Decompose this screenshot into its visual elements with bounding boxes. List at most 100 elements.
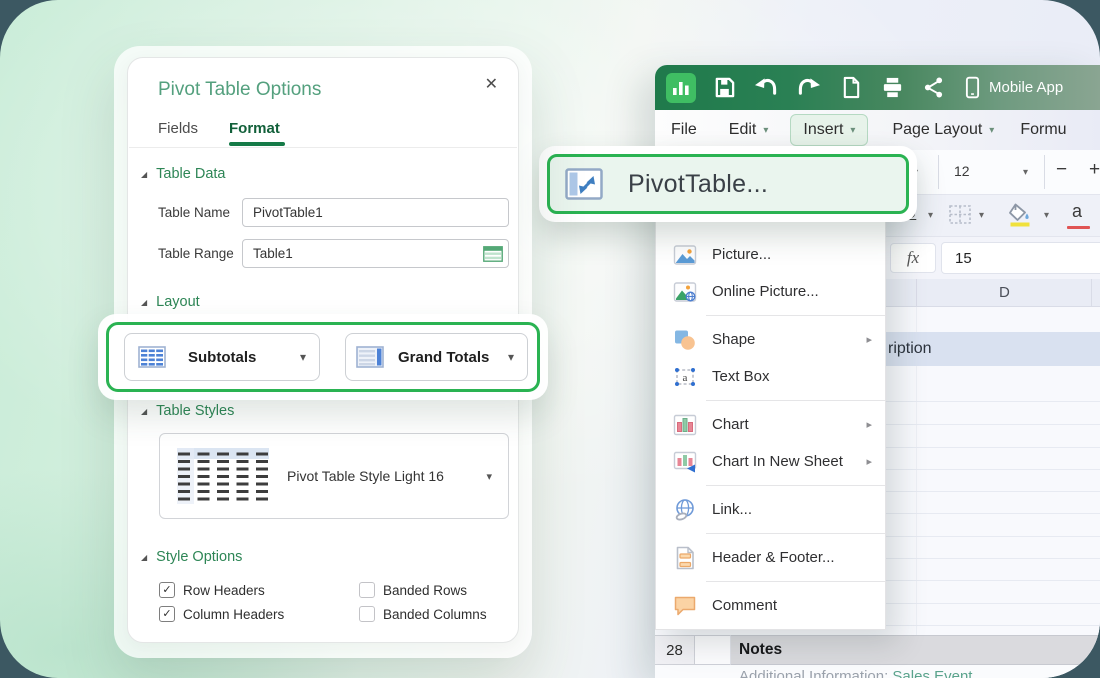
menu-formulas-partial[interactable]: Formu	[1020, 121, 1066, 139]
mobile-app-label[interactable]: Mobile App	[989, 79, 1063, 96]
menu-divider	[706, 581, 885, 582]
section-layout[interactable]: ◢ Layout	[141, 294, 200, 310]
increase-font-button[interactable]: +	[1089, 159, 1100, 181]
print-icon[interactable]	[881, 76, 904, 99]
fx-button[interactable]: fx	[890, 243, 936, 273]
column-divider	[916, 279, 917, 306]
row-number-cell[interactable]: 28	[655, 635, 695, 665]
online-picture-icon	[673, 281, 697, 303]
close-icon[interactable]: ✕	[485, 77, 498, 93]
font-size-dropdown-caret[interactable]: ▾	[1023, 167, 1028, 178]
chevron-down-icon: ▾	[850, 125, 855, 136]
checkbox-banded-rows[interactable]: Banded Rows	[359, 582, 467, 598]
chart-icon	[673, 414, 697, 436]
grand-totals-dropdown[interactable]: Grand Totals ▾	[345, 333, 528, 381]
empty-cell[interactable]	[695, 635, 731, 665]
menu-item-shape[interactable]: Shape ▸	[656, 321, 885, 358]
checkbox-icon[interactable]: ✓	[159, 606, 175, 622]
column-header-d[interactable]: D	[999, 284, 1010, 301]
checkbox-column-headers[interactable]: ✓ Column Headers	[159, 606, 284, 622]
save-icon[interactable]	[713, 76, 736, 99]
checkbox-banded-columns[interactable]: Banded Columns	[359, 606, 487, 622]
table-name-input[interactable]	[242, 198, 509, 227]
sheet-bottom-rows: 28 Notes Additional Information: Sales E…	[655, 635, 1100, 678]
decrease-font-button[interactable]: −	[1056, 159, 1067, 181]
checkbox-icon[interactable]	[359, 582, 375, 598]
menu-item-text-box[interactable]: a Text Box	[656, 358, 885, 395]
collapse-triangle-icon: ◢	[141, 553, 147, 562]
submenu-arrow-icon: ▸	[866, 455, 872, 468]
fill-color-icon[interactable]	[1007, 201, 1033, 233]
menu-divider	[706, 315, 885, 316]
checkbox-icon[interactable]	[359, 606, 375, 622]
pivottable-icon	[565, 168, 603, 200]
share-icon[interactable]	[923, 76, 944, 99]
section-table-styles[interactable]: ◢ Table Styles	[141, 403, 234, 419]
app-logo-icon[interactable]	[666, 73, 696, 103]
chevron-down-icon: ▾	[508, 350, 514, 364]
toolbar-separator	[938, 155, 939, 189]
menu-page-layout[interactable]: Page Layout▾	[892, 121, 994, 139]
chevron-down-icon: ▾	[989, 125, 994, 136]
undo-icon[interactable]	[753, 76, 779, 99]
chevron-down-icon: ▾	[763, 125, 768, 136]
collapse-triangle-icon: ◢	[141, 407, 147, 416]
menu-divider	[706, 485, 885, 486]
table-range-input[interactable]	[242, 239, 509, 268]
menu-item-picture[interactable]: Picture...	[656, 236, 885, 273]
borders-icon[interactable]	[948, 204, 972, 231]
table-style-dropdown[interactable]: Pivot Table Style Light 16 ▾	[159, 433, 509, 519]
checkbox-row-headers[interactable]: ✓ Row Headers	[159, 582, 265, 598]
underline-dropdown-caret[interactable]: ▾	[928, 210, 933, 221]
menu-item-header-footer[interactable]: Header & Footer...	[656, 539, 885, 576]
menu-item-comment[interactable]: Comment	[656, 587, 885, 624]
tab-format[interactable]: Format	[229, 120, 280, 137]
subtotals-dropdown[interactable]: Subtotals ▾	[124, 333, 320, 381]
redo-icon[interactable]	[796, 76, 822, 99]
picture-icon	[673, 244, 697, 266]
submenu-arrow-icon: ▸	[866, 418, 872, 431]
svg-text:a: a	[683, 372, 688, 384]
font-color-button[interactable]: a	[1072, 201, 1082, 222]
grand-totals-icon	[356, 346, 384, 368]
table-range-label: Table Range	[158, 246, 234, 261]
shape-icon	[673, 329, 697, 351]
checkbox-icon[interactable]: ✓	[159, 582, 175, 598]
menu-item-link[interactable]: Link...	[656, 491, 885, 528]
cell-text-partial: ription	[888, 340, 932, 358]
submenu-arrow-icon: ▸	[866, 333, 872, 346]
menu-bar: File Edit▾ Insert▾ Page Layout▾ Formu	[655, 110, 1100, 150]
section-style-options[interactable]: ◢ Style Options	[141, 549, 242, 565]
chart-new-sheet-icon	[673, 451, 697, 473]
toolbar-separator	[1044, 155, 1045, 189]
style-preview-icon	[177, 448, 269, 504]
tab-fields[interactable]: Fields	[158, 120, 198, 137]
section-table-data[interactable]: ◢ Table Data	[141, 166, 225, 182]
menu-item-chart-in-new-sheet[interactable]: Chart In New Sheet ▸	[656, 443, 885, 480]
fill-color-dropdown-caret[interactable]: ▾	[1044, 210, 1049, 221]
link-icon	[673, 498, 697, 522]
menu-file[interactable]: File	[671, 121, 697, 139]
font-size-value[interactable]: 12	[954, 163, 970, 179]
comment-icon	[673, 595, 697, 617]
quick-access-toolbar: Mobile App	[655, 65, 1100, 110]
menu-item-pivottable[interactable]: PivotTable...	[547, 154, 909, 214]
notes-cell[interactable]: Notes	[731, 635, 1100, 665]
chevron-down-icon: ▾	[486, 470, 492, 483]
insert-dropdown-menu: Picture... Online Picture... Shape ▸ a T…	[655, 150, 886, 630]
collapse-triangle-icon: ◢	[141, 298, 147, 307]
range-picker-icon[interactable]	[483, 246, 503, 267]
collapse-triangle-icon: ◢	[141, 170, 147, 179]
page-canvas: Mobile App File Edit▾ Insert▾ Page Layou…	[0, 0, 1100, 678]
formula-input[interactable]: 15	[941, 242, 1100, 274]
subtotals-icon	[138, 346, 166, 368]
menu-item-online-picture[interactable]: Online Picture...	[656, 273, 885, 310]
menu-edit[interactable]: Edit▾	[729, 121, 769, 139]
menu-item-chart[interactable]: Chart ▸	[656, 406, 885, 443]
chevron-down-icon: ▾	[300, 350, 306, 364]
new-document-icon[interactable]	[841, 76, 862, 99]
mobile-phone-icon[interactable]	[965, 76, 980, 99]
menu-insert[interactable]: Insert▾	[790, 114, 868, 146]
borders-dropdown-caret[interactable]: ▾	[979, 210, 984, 221]
tabs-divider	[129, 147, 517, 148]
